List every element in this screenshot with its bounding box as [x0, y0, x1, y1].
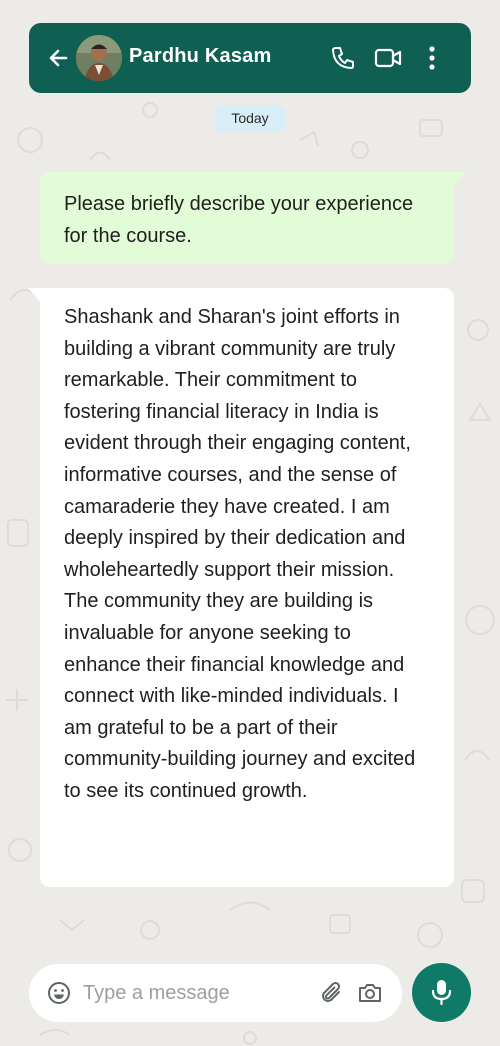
contact-photo [76, 35, 122, 81]
outgoing-bubble-tail [454, 172, 466, 186]
voice-record-button[interactable] [412, 963, 471, 1022]
date-divider: Today [215, 105, 285, 132]
contact-name[interactable]: Pardhu Kasam [129, 45, 271, 68]
incoming-bubble-tail [28, 288, 40, 302]
video-camera-icon[interactable] [374, 45, 402, 71]
message-composer [29, 964, 402, 1022]
incoming-message: Shashank and Sharan's joint efforts in b… [40, 288, 454, 887]
paperclip-icon[interactable] [319, 980, 345, 1006]
camera-icon[interactable] [357, 980, 383, 1006]
message-input[interactable] [83, 979, 303, 1007]
microphone-icon [431, 980, 452, 1006]
smiley-icon[interactable] [47, 981, 71, 1005]
avatar[interactable] [76, 35, 122, 81]
phone-icon[interactable] [330, 45, 356, 71]
more-vertical-icon[interactable] [422, 45, 442, 71]
outgoing-message: Please briefly describe your experience … [40, 172, 454, 264]
chat-header: Pardhu Kasam [29, 23, 471, 93]
arrow-left-icon[interactable] [46, 46, 70, 70]
